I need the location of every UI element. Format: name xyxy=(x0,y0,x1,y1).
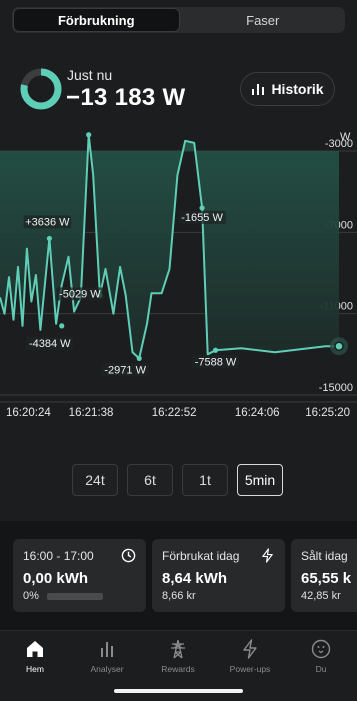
clock-icon xyxy=(121,548,136,563)
current-label: Just nu xyxy=(67,67,113,83)
card-value: 65,55 k xyxy=(301,570,352,587)
x-tick-label: 16:24:06 xyxy=(235,407,280,419)
home-indicator xyxy=(114,689,243,693)
x-tick-label: 16:20:24 xyxy=(6,407,51,419)
nav-item-du[interactable]: Du xyxy=(291,639,351,674)
history-button[interactable]: Historik xyxy=(240,72,335,106)
card-sold-today[interactable]: Sålt idag 65,55 k 42,85 kr xyxy=(291,539,357,612)
history-button-label: Historik xyxy=(271,81,324,97)
card-title: Förbrukat idag xyxy=(162,549,240,563)
annotation-marker xyxy=(86,132,92,138)
nav-item-hem[interactable]: Hem xyxy=(5,639,65,674)
bar-chart-icon xyxy=(252,84,265,95)
annotation-label: -2971 W xyxy=(104,364,146,376)
nav-item-power-ups[interactable]: Power-ups xyxy=(220,639,280,674)
home-icon xyxy=(27,641,43,657)
bolt-icon xyxy=(243,639,257,659)
period-5min-button[interactable]: 5min xyxy=(237,464,283,496)
nav-label: Hem xyxy=(26,664,44,674)
period-6t-button[interactable]: 6t xyxy=(127,464,173,496)
hour-progress-bar xyxy=(47,593,103,600)
annotation-marker xyxy=(212,347,219,353)
card-subvalue: 8,66 kr xyxy=(162,590,196,602)
annotation-marker xyxy=(136,355,142,361)
annotation-marker xyxy=(199,205,205,211)
annotation-marker xyxy=(59,323,65,329)
nav-label: Power-ups xyxy=(229,664,271,674)
card-value: 0,00 kWh xyxy=(23,570,89,587)
card-subvalue: 42,85 kr xyxy=(301,590,341,602)
bar-chart-icon xyxy=(101,642,113,657)
card-title: 16:00 - 17:00 xyxy=(23,549,94,563)
annotation-label: -5029 W xyxy=(59,288,101,300)
power-chart[interactable]: -3000-7000-11000-15000+7330 W+3636 W-165… xyxy=(0,125,357,445)
annotation-label: +3636 W xyxy=(25,216,70,228)
current-power-value: −13 183 W xyxy=(66,84,186,111)
period-1t-button[interactable]: 1t xyxy=(182,464,228,496)
period-24t-button[interactable]: 24t xyxy=(72,464,118,496)
annotation-label: -1655 W xyxy=(181,212,223,224)
period-selector: 24t 6t 1t 5min xyxy=(72,464,283,496)
power-tower-icon xyxy=(171,639,185,659)
card-title: Sålt idag xyxy=(301,549,348,563)
nav-label: Du xyxy=(315,664,327,674)
nav-item-rewards[interactable]: Rewards xyxy=(148,639,208,674)
face-icon xyxy=(311,639,331,659)
y-tick-label: -15000 xyxy=(319,382,353,394)
card-consumed-today[interactable]: Förbrukat idag 8,64 kWh 8,66 kr xyxy=(152,539,285,612)
x-tick-label: 16:21:38 xyxy=(69,407,114,419)
card-current-hour[interactable]: 16:00 - 17:00 0,00 kWh 0% xyxy=(13,539,146,612)
x-tick-label: 16:25:20 xyxy=(305,407,350,419)
annotation-label: -7588 W xyxy=(195,356,237,368)
nav-item-analyser[interactable]: Analyser xyxy=(77,639,137,674)
y-tick-label: -3000 xyxy=(325,138,353,150)
bolt-icon xyxy=(262,548,273,563)
x-tick-label: 16:22:52 xyxy=(152,407,197,419)
card-value: 8,64 kWh xyxy=(162,570,228,587)
nav-label: Analyser xyxy=(90,664,124,674)
power-ring-icon xyxy=(20,68,62,110)
segmented-tabs: Förbrukning Faser xyxy=(12,7,345,33)
nav-label: Rewards xyxy=(161,664,195,674)
tab-forbrukning[interactable]: Förbrukning xyxy=(13,8,180,32)
annotation-label: -4384 W xyxy=(29,338,71,350)
current-point-marker xyxy=(334,341,344,351)
annotation-marker xyxy=(46,235,52,242)
tab-faser[interactable]: Faser xyxy=(181,7,346,33)
